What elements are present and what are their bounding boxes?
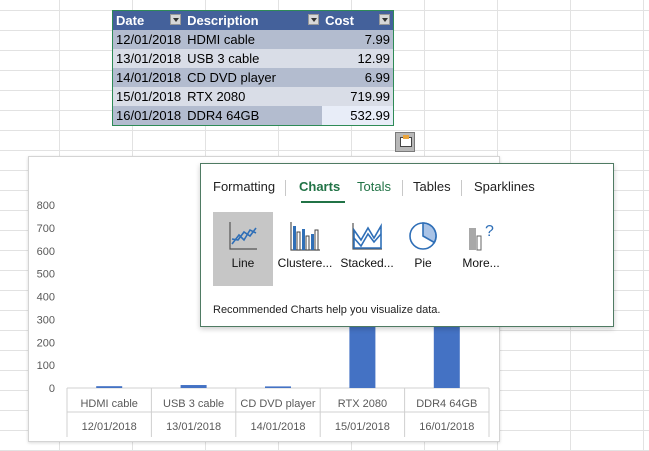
y-tick-label: 500 — [37, 269, 55, 281]
x-date-label: 16/01/2018 — [419, 421, 474, 433]
description-cell[interactable]: RTX 2080 — [184, 87, 323, 106]
column-header-date[interactable]: Date — [113, 11, 185, 30]
pie-chart-option[interactable]: Pie — [393, 212, 453, 286]
x-date-label: 14/01/2018 — [250, 421, 305, 433]
x-category-label: DDR4 64GB — [416, 398, 477, 410]
x-category-label: CD DVD player — [240, 398, 316, 410]
date-cell[interactable]: 13/01/2018 — [113, 49, 185, 68]
table-row: 16/01/2018 DDR4 64GB 532.99 — [113, 106, 393, 125]
tab-formatting[interactable]: Formatting — [213, 179, 275, 194]
cost-cell[interactable]: 719.99 — [322, 87, 393, 106]
date-cell[interactable]: 14/01/2018 — [113, 68, 185, 87]
x-category-label: RTX 2080 — [338, 398, 387, 410]
table-header-row: Date Description Cost — [113, 11, 393, 30]
column-header-label: Date — [116, 13, 145, 28]
column-header-label: Cost — [325, 13, 354, 28]
stacked-area-chart-icon — [352, 223, 382, 250]
tab-charts[interactable]: Charts — [299, 179, 340, 194]
bar — [180, 385, 207, 388]
quick-analysis-button[interactable] — [395, 132, 415, 152]
clustered-chart-option[interactable]: Clustere... — [275, 212, 335, 286]
cost-cell[interactable]: 6.99 — [322, 68, 393, 87]
y-tick-label: 300 — [37, 314, 55, 326]
bar — [96, 386, 123, 388]
table-row: 12/01/2018 HDMI cable 7.99 — [113, 30, 393, 49]
cost-cell[interactable]: 7.99 — [322, 30, 393, 49]
description-cell[interactable]: CD DVD player — [184, 68, 323, 87]
x-category-label: HDMI cable — [80, 398, 137, 410]
description-cell[interactable]: HDMI cable — [184, 30, 323, 49]
description-cell[interactable]: DDR4 64GB — [184, 106, 323, 125]
filter-dropdown-icon[interactable] — [170, 14, 182, 25]
y-tick-label: 600 — [37, 246, 55, 258]
column-header-cost[interactable]: Cost — [322, 11, 393, 30]
description-cell[interactable]: USB 3 cable — [184, 49, 323, 68]
clustered-bar-chart-icon — [290, 222, 320, 251]
tab-divider — [461, 180, 462, 196]
svg-text:?: ? — [485, 223, 494, 240]
y-tick-label: 100 — [37, 360, 55, 372]
tab-divider — [402, 180, 403, 196]
active-tab-indicator — [301, 201, 345, 203]
table-row: 14/01/2018 CD DVD player 6.99 — [113, 68, 393, 87]
x-date-label: 13/01/2018 — [166, 421, 221, 433]
stacked-chart-option[interactable]: Stacked... — [337, 212, 397, 286]
date-cell[interactable]: 16/01/2018 — [113, 106, 185, 125]
active-cost-cell[interactable]: 532.99 — [322, 106, 393, 125]
quick-analysis-popup: Formatting Charts Totals Tables Sparklin… — [200, 163, 614, 327]
tab-sparklines[interactable]: Sparklines — [474, 179, 535, 194]
y-tick-label: 400 — [37, 292, 55, 304]
column-header-description[interactable]: Description — [184, 11, 323, 30]
y-tick-label: 0 — [49, 383, 55, 395]
pie-chart-icon — [409, 222, 437, 250]
bar — [265, 386, 291, 388]
cost-cell[interactable]: 12.99 — [322, 49, 393, 68]
x-date-label: 15/01/2018 — [335, 421, 390, 433]
more-charts-icon: ? — [469, 223, 494, 251]
line-chart-icon — [229, 222, 257, 250]
filter-dropdown-icon[interactable] — [379, 14, 390, 25]
more-charts-option[interactable]: ? More... — [451, 212, 511, 286]
filter-dropdown-icon[interactable] — [308, 14, 320, 25]
tab-tables[interactable]: Tables — [413, 179, 451, 194]
column-header-label: Description — [187, 13, 259, 28]
table-row: 13/01/2018 USB 3 cable 12.99 — [113, 49, 393, 68]
y-tick-label: 700 — [37, 223, 55, 235]
x-category-label: USB 3 cable — [163, 398, 224, 410]
date-cell[interactable]: 12/01/2018 — [113, 30, 185, 49]
option-label: More... — [462, 256, 500, 270]
x-date-label: 12/01/2018 — [82, 421, 137, 433]
line-chart-option[interactable]: Line — [213, 212, 273, 286]
hint-text: Recommended Charts help you visualize da… — [213, 304, 441, 316]
table-row: 15/01/2018 RTX 2080 719.99 — [113, 87, 393, 106]
data-table[interactable]: Date Description Cost 12/01/2018 HDMI ca… — [112, 10, 394, 126]
tab-totals[interactable]: Totals — [357, 179, 391, 194]
y-tick-label: 200 — [37, 337, 55, 349]
y-tick-label: 800 — [37, 200, 55, 212]
date-cell[interactable]: 15/01/2018 — [113, 87, 185, 106]
tab-divider — [285, 180, 286, 196]
